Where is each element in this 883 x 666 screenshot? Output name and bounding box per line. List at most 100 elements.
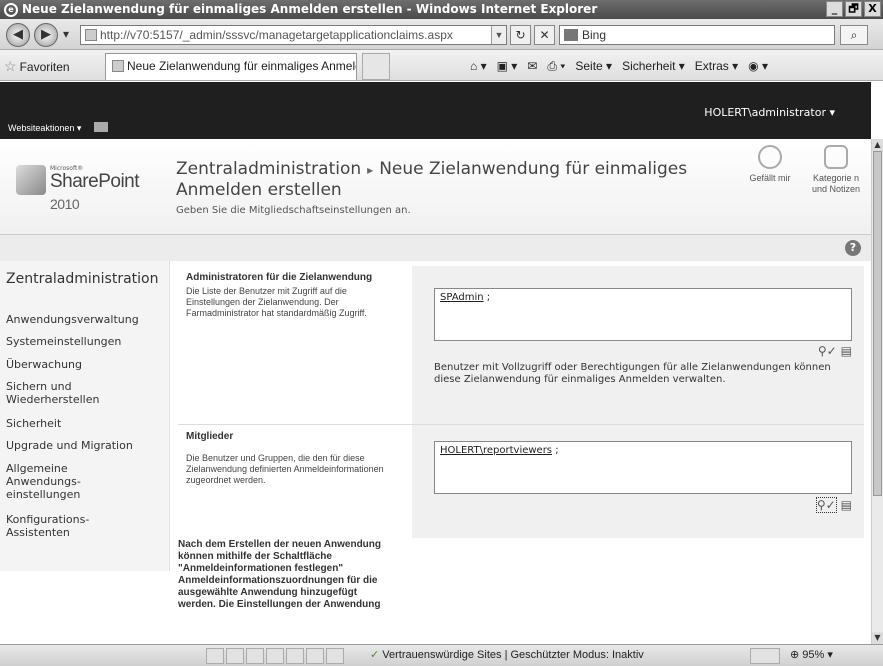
refresh-button[interactable]: ↻ [510, 25, 531, 45]
thumbs-up-icon [758, 145, 782, 169]
nav-item-application-management[interactable]: Anwendungsverwaltung [6, 313, 166, 326]
status-segment [226, 648, 244, 664]
admins-resolved-user[interactable]: SPAdmin [440, 292, 484, 303]
command-bar: ⌂ ▾ ▣ ▾ ✉ ⎙ ▾ Seite ▾ Sicherheit ▾ Extra… [470, 56, 768, 76]
zoom-control[interactable]: ⊕ 95% ▾ [790, 648, 833, 661]
minimize-button[interactable]: _ [826, 1, 843, 17]
nav-heading-link[interactable]: Zentraladministration [6, 271, 166, 287]
scroll-down-arrow-icon[interactable]: ▼ [872, 632, 883, 644]
status-bar: ✓ Vertrauenswürdige Sites | Geschützter … [0, 644, 883, 666]
members-separator: ; [552, 445, 559, 456]
browse-directory-icon[interactable]: ▤ [841, 498, 852, 512]
page-scrollbar[interactable]: ▲ ▼ [871, 139, 883, 644]
admins-note: Benutzer mit Vollzugriff oder Berechtigu… [434, 362, 831, 385]
mail-icon[interactable]: ✉ [527, 56, 537, 76]
help-icon[interactable]: ? [845, 240, 861, 256]
logo-version: 2010 [50, 196, 80, 212]
search-input[interactable]: Bing [559, 25, 835, 45]
scroll-up-arrow-icon[interactable]: ▲ [872, 139, 883, 151]
history-dropdown-icon[interactable]: ▾ [58, 25, 74, 45]
breadcrumb-separator: ▸ [367, 163, 374, 177]
back-button[interactable]: ◀ [6, 23, 30, 47]
tools-menu[interactable]: Extras ▾ [695, 56, 738, 76]
address-dropdown-icon[interactable]: ▼ [491, 26, 506, 44]
logo-name: SharePoint 2010 [50, 171, 166, 215]
zone-settings-icon[interactable] [750, 648, 780, 664]
like-label: Gefällt mir [749, 173, 791, 183]
search-provider: Bing [582, 28, 607, 42]
feeds-icon[interactable]: ▣ ▾ [497, 56, 518, 76]
status-segment [326, 648, 344, 664]
status-segment [306, 648, 324, 664]
sharepoint-logo-icon [16, 165, 46, 195]
restore-button[interactable]: 🗗 [845, 1, 862, 17]
zoom-dropdown-icon[interactable]: ▾ [827, 649, 833, 661]
admins-description-column: Administratoren für die Zielanwendung Di… [178, 266, 406, 325]
admins-description: Die Liste der Benutzer mit Zugriff auf d… [186, 286, 367, 318]
window-title: Neue Zielanwendung für einmaliges Anmeld… [22, 2, 598, 16]
address-url: http://v70:5157/_admin/sssvc/managetarge… [100, 28, 453, 42]
members-section: Mitglieder Die Benutzer und Gruppen, die… [178, 425, 864, 538]
nav-item-general-settings[interactable]: Allgemeine Anwendungs- einstellungen [6, 462, 116, 501]
admins-heading: Administratoren für die Zielanwendung [186, 272, 373, 283]
user-menu[interactable]: HOLERT\administrator ▾ [704, 106, 835, 119]
site-actions-label: Websiteaktionen ▾ [8, 123, 82, 133]
page-title: Zentraladministration ▸ Neue Zielanwendung… [176, 159, 736, 200]
like-button[interactable]: Gefällt mir [740, 145, 800, 184]
tags-notes-button[interactable]: Kategorie n und Notizen [806, 145, 866, 195]
status-segment [286, 648, 304, 664]
check-names-icon[interactable]: ⚲✓ [818, 344, 837, 358]
print-icon[interactable]: ⎙ ▾ [547, 56, 565, 76]
nav-item-system-settings[interactable]: Systemeinstellungen [6, 335, 166, 348]
search-button[interactable]: ⌕ [840, 25, 868, 45]
safety-menu[interactable]: Sicherheit ▾ [622, 56, 685, 76]
status-segment [206, 648, 224, 664]
edit-page-icon[interactable] [93, 122, 108, 132]
tab-favicon-icon [112, 60, 124, 72]
checkmark-icon: ✓ [370, 649, 380, 661]
title-area: Microsoft® SharePoint 2010 Zentraladmini… [0, 139, 871, 235]
page-menu[interactable]: Seite ▾ [575, 56, 612, 76]
members-description-column: Mitglieder Die Benutzer und Gruppen, die… [178, 425, 406, 492]
home-icon[interactable]: ⌂ ▾ [470, 56, 487, 76]
sharepoint-logo[interactable]: Microsoft® SharePoint 2010 [16, 165, 166, 212]
scroll-thumb[interactable] [873, 151, 882, 496]
breadcrumb-root-link[interactable]: Zentraladministration [176, 159, 361, 179]
members-resolved-user[interactable]: HOLERT\reportviewers [440, 445, 552, 456]
browser-window: e Neue Zielanwendung für einmaliges Anme… [0, 0, 883, 666]
status-segment [246, 648, 264, 664]
address-bar[interactable]: http://v70:5157/_admin/sssvc/managetarge… [80, 25, 507, 45]
site-actions-menu[interactable]: Websiteaktionen ▾ [8, 122, 108, 134]
status-segments [206, 648, 344, 664]
status-segment [266, 648, 284, 664]
favorites-button[interactable]: ☆ Favoriten [0, 56, 70, 76]
nav-item-backup-restore[interactable]: Sichern und Wiederherstellen [6, 380, 136, 406]
help-bar: ? [0, 235, 871, 261]
close-button[interactable]: X [864, 1, 881, 17]
zoom-level: 95% [802, 649, 825, 661]
nav-item-security[interactable]: Sicherheit [6, 417, 166, 430]
nav-item-upgrade-migration[interactable]: Upgrade und Migration [6, 439, 166, 452]
forward-button[interactable]: ▶ [34, 23, 58, 47]
page-favicon-icon [85, 29, 97, 41]
window-titlebar: e Neue Zielanwendung für einmaliges Anme… [0, 0, 883, 19]
quick-launch-nav: Zentraladministration Anwendungsverwaltu… [0, 261, 170, 571]
security-zone[interactable]: ✓ Vertrauenswürdige Sites | Geschützter … [370, 648, 644, 661]
help-menu-icon[interactable]: ◉ ▾ [748, 56, 768, 76]
members-people-picker[interactable]: HOLERT\reportviewers ; [434, 441, 852, 494]
check-names-icon[interactable]: ⚲✓ [815, 497, 837, 513]
nav-item-monitoring[interactable]: Überwachung [6, 358, 166, 371]
star-icon: ☆ [4, 58, 17, 74]
bing-icon [564, 29, 578, 41]
nav-item-configuration-wizards[interactable]: Konfigurations- Assistenten [6, 513, 126, 539]
tab-title: Neue Zielanwendung für einmaliges Anmeld… [127, 59, 356, 73]
favorites-bar: ☆ Favoriten Neue Zielanwendung für einmal… [0, 50, 883, 81]
browse-directory-icon[interactable]: ▤ [841, 344, 852, 358]
browser-tab-active[interactable]: Neue Zielanwendung für einmaliges Anmeld… [105, 53, 357, 80]
new-tab-button[interactable] [362, 53, 390, 80]
stop-button[interactable]: ✕ [534, 25, 555, 45]
tag-icon [824, 145, 848, 169]
post-create-note: Nach dem Erstellen der neuen Anwendung k… [178, 539, 381, 610]
zoom-icon: ⊕ [790, 649, 800, 661]
admins-people-picker[interactable]: SPAdmin ; [434, 288, 852, 341]
